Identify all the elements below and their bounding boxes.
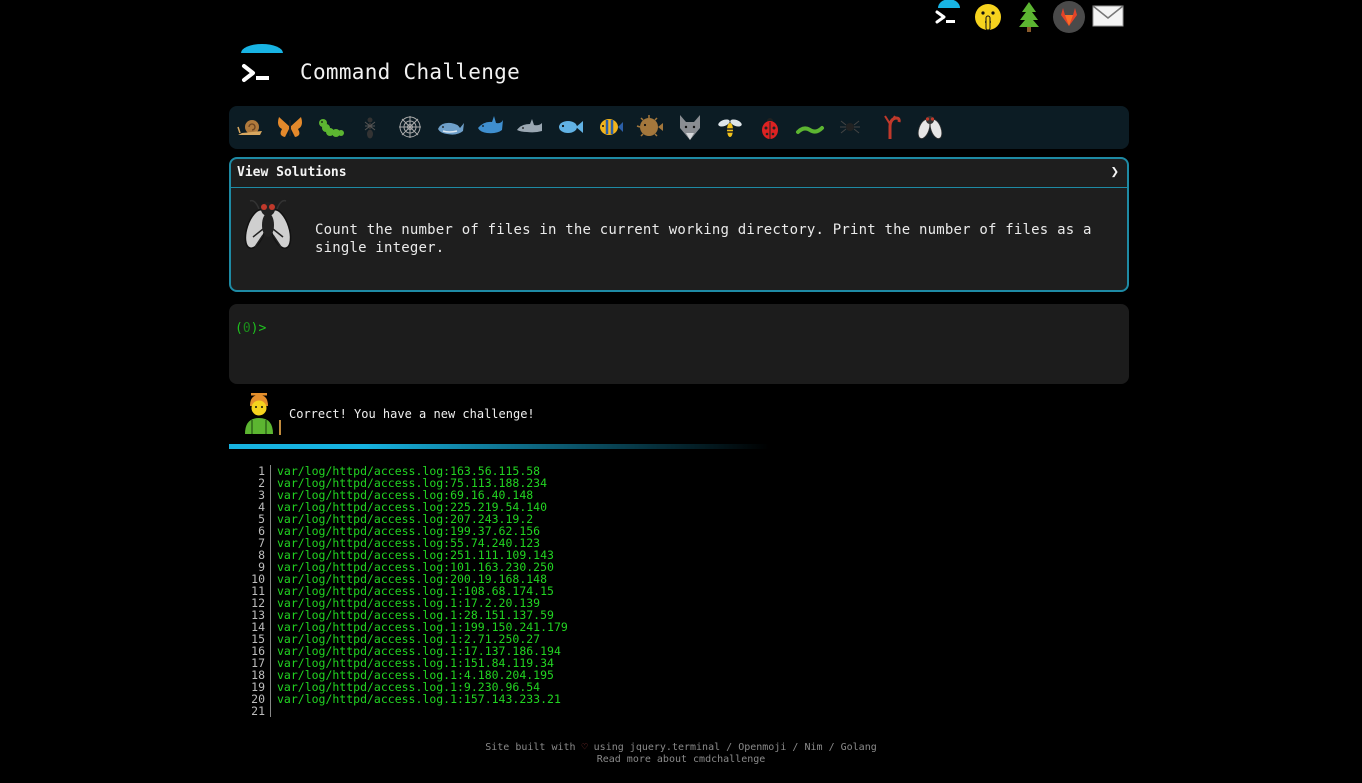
line-number: 5 bbox=[240, 513, 271, 525]
snail-icon[interactable] bbox=[235, 112, 265, 142]
top-nav bbox=[930, 0, 1130, 34]
wolf-icon[interactable] bbox=[675, 112, 705, 142]
prompt-open: ( bbox=[235, 321, 243, 336]
line-text: var/log/httpd/access.log.1:157.143.233.2… bbox=[277, 692, 561, 706]
footer-separator: / bbox=[792, 742, 799, 753]
heart-icon: ♡ bbox=[581, 742, 588, 753]
site-title[interactable]: Command Challenge bbox=[300, 60, 520, 84]
site-header: Command Challenge bbox=[232, 44, 632, 92]
read-more-link[interactable]: Read more about cmdchallenge bbox=[597, 754, 766, 765]
blowfish-icon[interactable] bbox=[635, 112, 665, 142]
challenge-bar bbox=[229, 106, 1129, 149]
butterfly-icon[interactable] bbox=[275, 112, 305, 142]
line-number: 6 bbox=[240, 525, 271, 537]
ant-icon[interactable] bbox=[355, 112, 385, 142]
openmoji-link[interactable]: Openmoji bbox=[738, 742, 786, 753]
terminal-icon[interactable] bbox=[930, 0, 964, 34]
prompt-count: 0 bbox=[242, 321, 251, 336]
fish-icon[interactable] bbox=[555, 112, 585, 142]
task-description: Count the number of files in the current… bbox=[315, 222, 1092, 256]
feedback: Correct! You have a new challenge! bbox=[240, 388, 840, 438]
line-number: 2 bbox=[240, 477, 271, 489]
ladybug-icon[interactable] bbox=[755, 112, 785, 142]
tropical-fish-icon[interactable] bbox=[595, 112, 625, 142]
wasp-icon[interactable] bbox=[715, 112, 745, 142]
evergreen-tree-icon[interactable] bbox=[1012, 0, 1046, 34]
feedback-message: Correct! You have a new challenge! bbox=[289, 407, 535, 421]
command-output: 1 var/log/httpd/access.log:163.56.115.58 2… bbox=[240, 465, 740, 717]
fly-icon bbox=[244, 199, 292, 249]
line-number: 7 bbox=[240, 537, 271, 549]
person-with-cane-icon bbox=[245, 393, 281, 435]
task-panel: View Solutions ❯ Count the number of fil… bbox=[229, 157, 1129, 292]
progress-fill bbox=[229, 444, 769, 449]
line-number: 8 bbox=[240, 549, 271, 561]
scorpion-icon[interactable] bbox=[875, 112, 905, 142]
line-number: 1 bbox=[240, 465, 271, 477]
progress-bar bbox=[229, 444, 769, 449]
whale-icon[interactable] bbox=[435, 112, 465, 142]
footer-line-1: Site built with ♡ using jquery.terminal … bbox=[0, 742, 1362, 754]
fly-icon[interactable] bbox=[915, 112, 945, 142]
gitlab-icon[interactable] bbox=[1052, 0, 1086, 34]
prompt-close: )> bbox=[250, 321, 267, 336]
dolphin-icon[interactable] bbox=[515, 112, 545, 142]
view-solutions-label: View Solutions bbox=[237, 165, 347, 180]
output-line: 21 bbox=[240, 705, 740, 717]
terminal-prompt: (0)> bbox=[235, 321, 266, 336]
footer-built-with: Site built with bbox=[485, 742, 576, 753]
caterpillar-icon[interactable] bbox=[315, 112, 345, 142]
line-number: 21 bbox=[240, 705, 271, 717]
view-solutions-toggle[interactable]: View Solutions ❯ bbox=[231, 159, 1127, 188]
spider-web-icon[interactable] bbox=[395, 112, 425, 142]
terminal-umbrella-logo-icon[interactable] bbox=[236, 44, 284, 88]
footer-line-2: Read more about cmdchallenge bbox=[0, 754, 1362, 766]
output-line: 20 var/log/httpd/access.log.1:157.143.233… bbox=[240, 693, 740, 705]
shark-icon[interactable] bbox=[475, 112, 505, 142]
footer-separator: / bbox=[828, 742, 835, 753]
worm-icon[interactable] bbox=[795, 112, 825, 142]
jquery-terminal-link[interactable]: jquery.terminal bbox=[630, 742, 720, 753]
chevron-right-icon: ❯ bbox=[1110, 164, 1119, 180]
shushing-face-icon[interactable] bbox=[971, 0, 1005, 34]
terminal[interactable]: (0)> bbox=[229, 304, 1129, 384]
footer-using: using bbox=[593, 742, 624, 753]
footer: Site built with ♡ using jquery.terminal … bbox=[0, 742, 1362, 766]
golang-link[interactable]: Golang bbox=[841, 742, 877, 753]
footer-separator: / bbox=[726, 742, 733, 753]
spider-icon[interactable] bbox=[835, 112, 865, 142]
envelope-icon[interactable] bbox=[1091, 0, 1125, 34]
nim-link[interactable]: Nim bbox=[804, 742, 822, 753]
line-number: 3 bbox=[240, 489, 271, 501]
line-text bbox=[271, 704, 277, 718]
line-number: 4 bbox=[240, 501, 271, 513]
